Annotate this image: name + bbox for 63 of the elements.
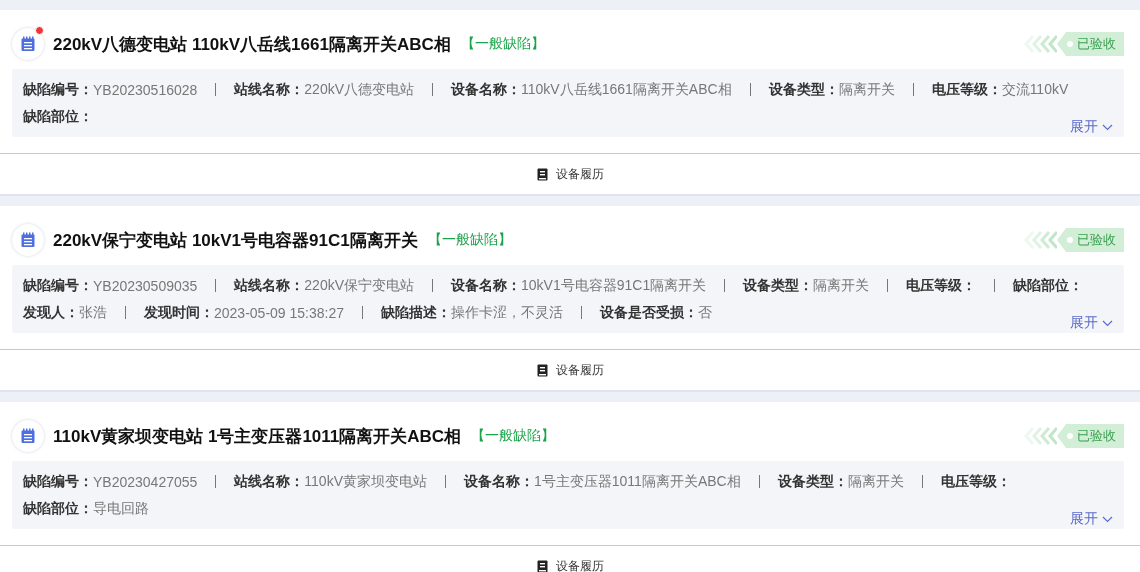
field-value: 1号主变压器1011隔离开关ABC相	[534, 472, 741, 491]
expand-link[interactable]: 展开	[1070, 314, 1113, 332]
document-icon	[536, 363, 548, 377]
field-value: YB20230427055	[93, 473, 198, 490]
card-title: 220kV保宁变电站 10kV1号电容器91C1隔离开关	[53, 229, 418, 252]
field-value: YB20230516028	[93, 81, 198, 98]
chevron-down-icon	[1102, 319, 1113, 327]
field-value: 110kV八岳线1661隔离开关ABC相	[521, 80, 732, 99]
card-title: 110kV黄家坝变电站 1号主变压器1011隔离开关ABC相	[53, 425, 462, 448]
field-label: 缺陷编号：	[23, 276, 93, 295]
field-value: 否	[698, 303, 712, 322]
field-label: 电压等级：	[906, 276, 977, 295]
expand-link[interactable]: 展开	[1070, 118, 1113, 136]
field-value: 隔离开关	[813, 276, 870, 295]
expand-link[interactable]: 展开	[1070, 510, 1113, 528]
history-link[interactable]: 设备履历	[0, 154, 1140, 194]
field-label: 缺陷编号：	[23, 472, 93, 491]
field-label: 站线名称：	[234, 472, 305, 491]
field-value: 隔离开关	[838, 80, 895, 99]
history-link[interactable]: 设备履历	[0, 546, 1140, 572]
field-value: 导电回路	[93, 499, 149, 518]
field-value: 220kV保宁变电站	[304, 276, 415, 295]
field-value: YB20230509035	[93, 277, 198, 294]
field-value: 交流110kV	[1001, 80, 1069, 99]
chevrons-icon	[1023, 229, 1057, 251]
field-label: 电压等级：	[940, 472, 1011, 491]
defect-level: 【一般缺陷】	[471, 427, 556, 445]
field-label: 缺陷描述：	[381, 303, 451, 322]
field-label: 设备名称：	[451, 80, 522, 99]
field-value: 张浩	[79, 303, 107, 322]
field-label: 发现人：	[23, 303, 79, 322]
field-label: 发现时间：	[144, 303, 214, 322]
defect-level: 【一般缺陷】	[460, 35, 545, 53]
status-tag: 已验收	[1057, 228, 1124, 252]
field-label: 设备类型：	[777, 472, 848, 491]
field-value: 220kV八德变电站	[304, 80, 415, 99]
field-label: 站线名称：	[234, 80, 305, 99]
history-link[interactable]: 设备履历	[0, 350, 1140, 390]
chevron-down-icon	[1102, 123, 1113, 131]
chevrons-icon	[1023, 33, 1057, 55]
field-value: 10kV1号电容器91C1隔离开关	[521, 276, 707, 295]
field-label: 电压等级：	[931, 80, 1002, 99]
field-label: 设备是否受损：	[600, 303, 698, 322]
field-value: 110kV黄家坝变电站	[304, 472, 427, 491]
card-title: 220kV八德变电站 110kV八岳线1661隔离开关ABC相	[53, 33, 451, 56]
field-label: 设备名称：	[464, 472, 534, 491]
field-label: 设备名称：	[451, 276, 522, 295]
field-label: 站线名称：	[234, 276, 305, 295]
status-tag: 已验收	[1057, 424, 1124, 448]
field-value: 2023-05-09 15:38:27	[214, 304, 344, 321]
field-label: 缺陷编号：	[23, 80, 93, 99]
chevron-down-icon	[1102, 515, 1113, 523]
status-tag: 已验收	[1057, 32, 1124, 56]
field-label: 设备类型：	[743, 276, 814, 295]
field-label: 设备类型：	[768, 80, 839, 99]
field-value: 隔离开关	[847, 472, 904, 491]
field-label: 缺陷部位：	[1013, 276, 1084, 295]
chevrons-icon	[1023, 425, 1057, 447]
field-value: 操作卡涩，不灵活	[451, 303, 563, 322]
defect-level: 【一般缺陷】	[427, 231, 512, 249]
field-label: 缺陷部位：	[23, 107, 93, 126]
document-icon	[536, 167, 548, 181]
field-label: 缺陷部位：	[23, 499, 93, 518]
